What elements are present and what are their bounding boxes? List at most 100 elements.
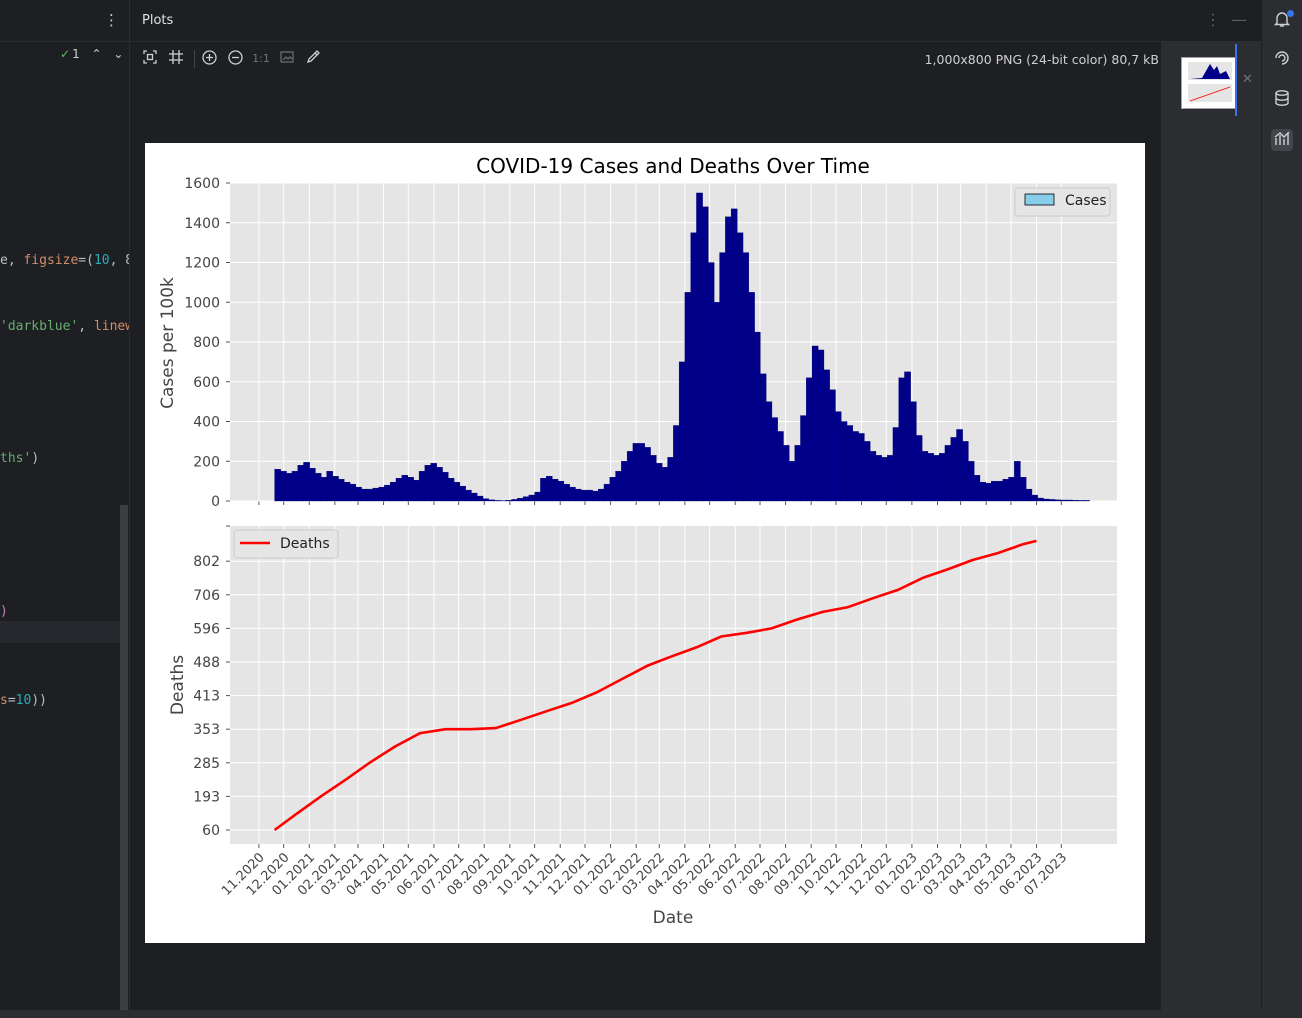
case-bar [707,262,715,502]
case-bar [447,477,455,502]
code-editor[interactable]: ⋮ ✓ 1 ⌃ ⌄ e, figsize=(10, 8'darkblue', li… [0,0,130,1010]
database-icon[interactable] [1271,89,1293,111]
plots-title: Plots [142,13,174,28]
case-bar [465,489,472,502]
case-bar [580,489,588,502]
case-bar [967,461,975,502]
case-bar [343,481,351,502]
case-bar [650,455,657,502]
case-bar [678,361,686,502]
code-token: ) [31,451,40,466]
code-token: =( [78,253,94,268]
close-icon[interactable]: ✕ [1242,72,1253,87]
case-bar [1083,500,1090,502]
deaths-legend: Deaths [233,529,339,559]
case-bar [569,486,576,502]
case-bar [730,208,738,502]
case-bar [886,455,894,502]
case-bar [725,216,732,502]
case-bar [1054,499,1062,502]
case-bar [933,455,940,502]
deaths-ylabel: Deaths [168,655,188,715]
case-bar [910,401,917,502]
case-bar [632,443,640,502]
code-token: , [78,319,94,334]
case-bar [950,437,958,502]
more-options-icon[interactable]: ⋮ [1205,10,1221,29]
cases-ytick-label: 1600 [184,176,220,192]
case-bar [904,371,911,502]
case-bar [858,433,865,502]
grid-icon[interactable] [167,50,185,68]
case-bar [702,206,709,502]
case-bar [742,252,749,502]
cases-ytick-label: 1400 [184,216,220,232]
case-bar [973,475,981,502]
figure: COVID-19 Cases and Deaths Over Time 0 200… [158,154,1117,928]
case-bar [1031,494,1038,502]
actual-size-button[interactable]: 1:1 [252,50,270,68]
case-bar [1060,499,1067,502]
background-icon[interactable] [278,50,296,68]
code-token: , 8 [109,253,130,268]
case-bar [1008,476,1015,502]
case-bar [644,447,651,502]
case-bar [551,478,559,502]
editor-header: ⋮ [0,0,130,42]
case-bar [488,499,495,502]
case-bar [413,479,420,502]
cases-ytick-label: 400 [193,415,220,431]
case-bar [436,467,443,502]
case-bar [285,473,293,502]
deaths-yticks: 60 193 285 353 413 488 596 706 802 [193,525,230,839]
more-options-icon[interactable]: ⋮ [104,11,119,29]
case-bar [990,480,998,502]
case-bar [962,441,969,502]
minimize-icon[interactable]: — [1231,10,1247,29]
fit-to-window-icon[interactable] [141,50,159,68]
cases-ytick-label: 800 [193,335,220,351]
case-bar [754,331,761,502]
case-bar [1071,500,1079,502]
case-bar [540,477,547,502]
case-bar [291,471,299,502]
code-line: ths') [0,451,39,466]
case-bar [823,369,830,502]
case-bar [956,429,963,502]
code-line: 'darkblue', linew [0,319,130,334]
case-bar [661,467,669,502]
code-token: linew [93,319,130,334]
case-bar [806,377,813,502]
cases-ytick-label: 1000 [184,295,220,311]
zoom-out-icon[interactable] [226,50,244,68]
case-bar [927,453,934,502]
editor-scrollbar[interactable] [120,505,128,1010]
case-bar [800,415,807,502]
case-bar [1066,499,1073,502]
notification-badge [1287,10,1294,17]
case-bar [505,500,513,502]
case-bar [349,483,357,502]
case-bar [384,484,391,502]
zoom-in-icon[interactable] [200,50,218,68]
ai-assistant-icon[interactable] [1271,49,1293,71]
case-bar [390,481,397,502]
color-picker-icon[interactable] [304,50,322,68]
deaths-ytick-label: 488 [193,655,220,671]
inspection-count: 1 [72,47,80,61]
case-bar [338,478,345,502]
chevron-up-icon[interactable]: ⌃ [92,47,102,61]
deaths-ytick-label: 413 [193,689,220,705]
case-bar [407,476,414,502]
cases-legend-label: Cases [1065,193,1107,209]
inspection-widget[interactable]: ✓ 1 ⌃ ⌄ [60,47,123,61]
sciview-plots-icon[interactable] [1271,129,1293,151]
deaths-ytick-label: 596 [193,621,220,637]
toolbar-separator [194,50,195,68]
thumbnail-selection-indicator [1235,44,1237,116]
case-bar [788,461,796,502]
case-bar [528,494,536,502]
case-bar [811,345,819,502]
plot-thumbnail[interactable] [1181,57,1237,109]
chevron-down-icon[interactable]: ⌄ [113,47,123,61]
